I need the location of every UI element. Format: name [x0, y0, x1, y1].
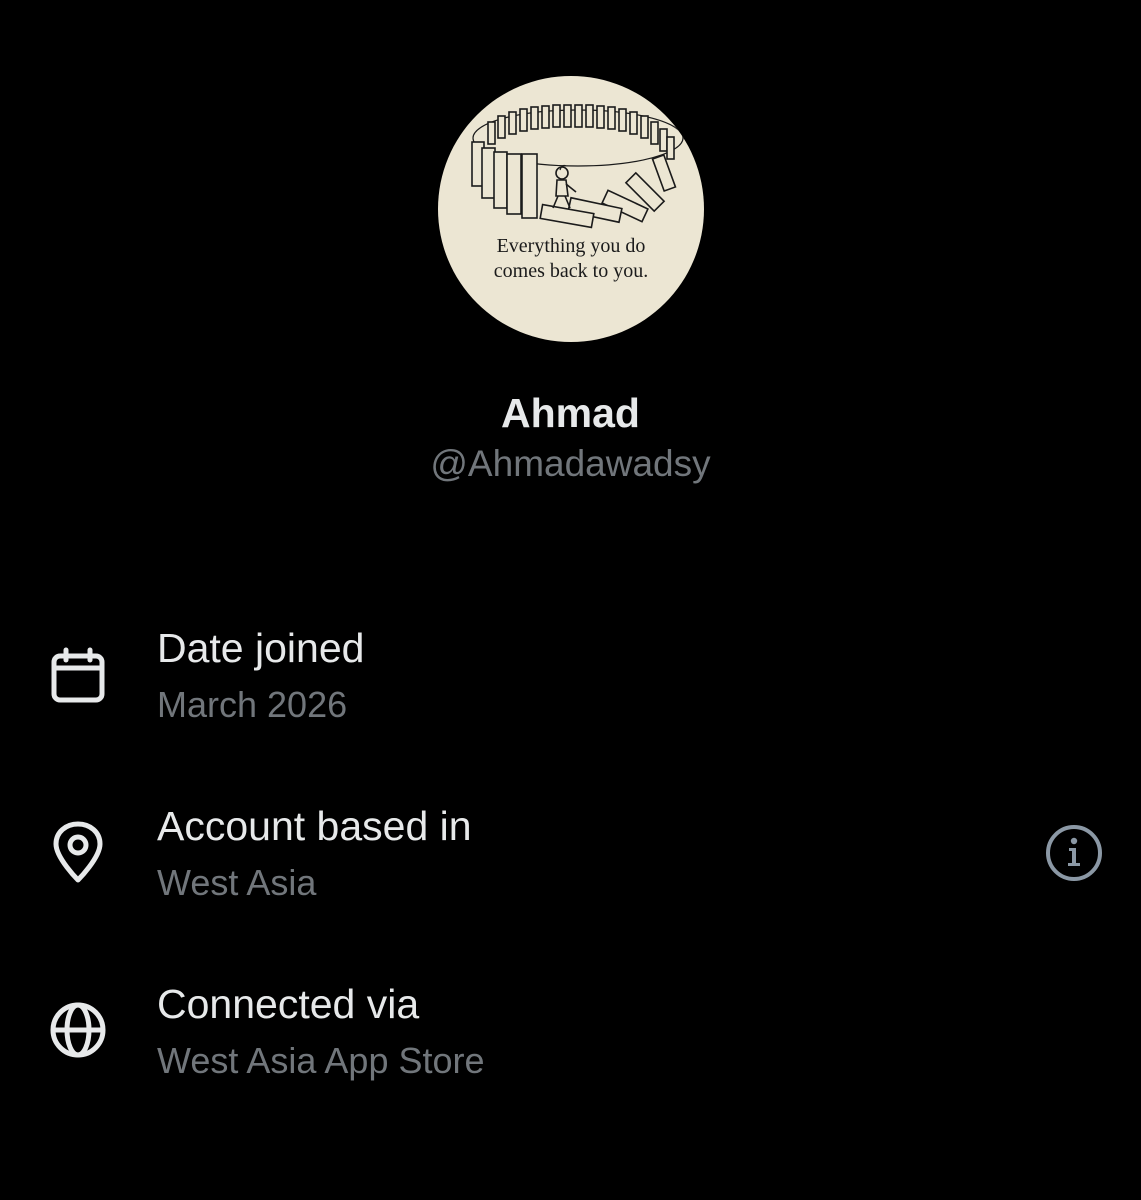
date-joined-label: Date joined: [157, 625, 365, 671]
avatar-caption-line: Everything you do: [496, 235, 646, 257]
avatar[interactable]: Everything you do comes back to you.: [438, 76, 704, 342]
avatar-caption-line: comes back to you.: [493, 260, 649, 282]
account-based-in-row: Account based in West Asia: [0, 800, 1141, 920]
date-joined-row: Date joined March 2026: [0, 622, 1141, 742]
avatar-caption: Everything you do comes back to you.: [438, 234, 704, 284]
location-pin-icon: [53, 821, 103, 883]
globe-icon: [50, 1002, 106, 1058]
info-icon[interactable]: [1044, 823, 1104, 883]
connected-via-label: Connected via: [157, 981, 420, 1027]
account-based-in-label: Account based in: [157, 803, 472, 849]
profile-handle: @Ahmadawadsy: [430, 443, 711, 484]
calendar-icon: [51, 647, 105, 703]
connected-via-value: West Asia App Store: [157, 1040, 485, 1081]
connected-via-row: Connected via West Asia App Store: [0, 978, 1141, 1098]
date-joined-value: March 2026: [157, 684, 348, 725]
profile-name: Ahmad: [501, 390, 640, 436]
domino-illustration: [471, 104, 684, 229]
account-based-in-value: West Asia: [157, 862, 317, 903]
